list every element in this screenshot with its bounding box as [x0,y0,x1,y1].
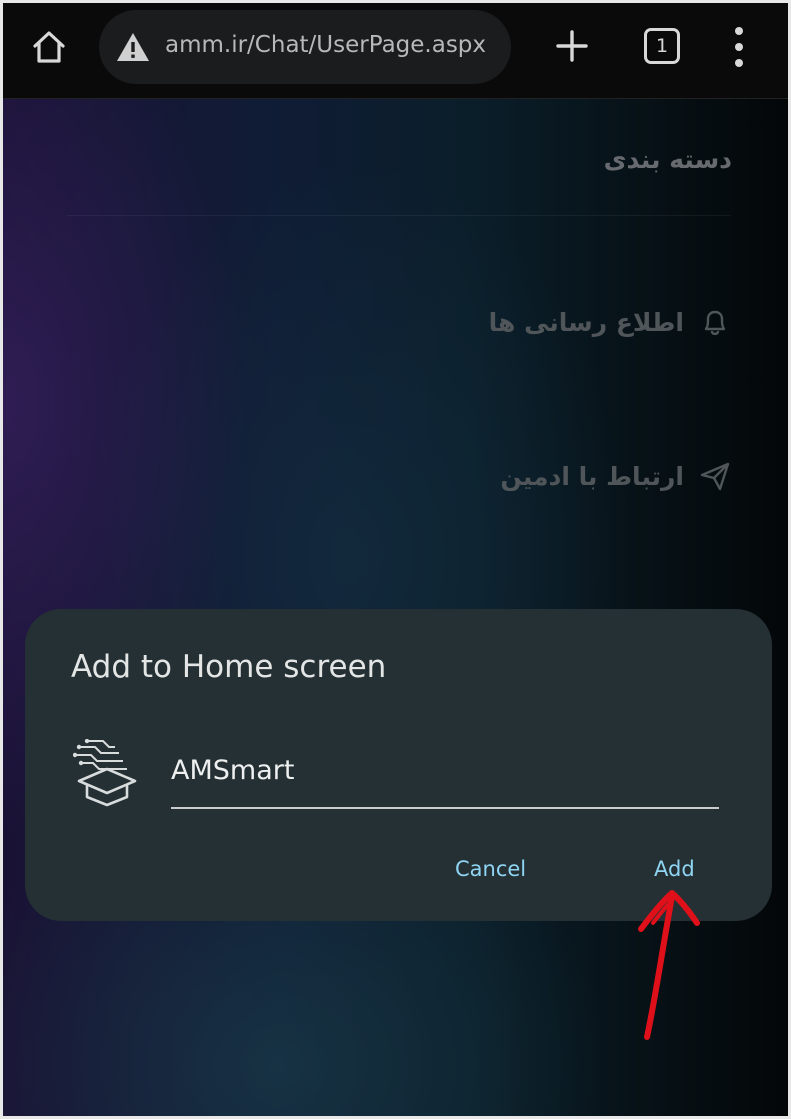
warning-triangle-icon[interactable] [115,31,151,63]
tab-count: 1 [655,35,669,57]
address-bar[interactable]: amm.ir/Chat/UserPage.aspx [99,10,511,84]
tab-switcher-button[interactable]: 1 [644,28,680,64]
url-text[interactable]: amm.ir/Chat/UserPage.aspx [165,32,486,58]
browser-toolbar: amm.ir/Chat/UserPage.aspx 1 [3,3,788,99]
screenshot-frame: amm.ir/Chat/UserPage.aspx 1 دسته بندی اط… [0,0,791,1119]
cancel-button[interactable]: Cancel [455,857,526,881]
home-icon[interactable] [29,27,69,67]
red-arrow-annotation [638,890,700,1040]
add-button[interactable]: Add [654,857,695,881]
app-name-value[interactable]: AMSmart [171,755,294,786]
dialog-title: Add to Home screen [71,649,387,685]
app-logo-icon [73,739,137,807]
more-vert-icon[interactable] [727,25,751,69]
plus-icon[interactable] [554,28,590,64]
add-to-home-dialog: Add to Home screen AMSmart Cancel Add [25,609,772,921]
app-name-input[interactable]: AMSmart [171,749,719,809]
